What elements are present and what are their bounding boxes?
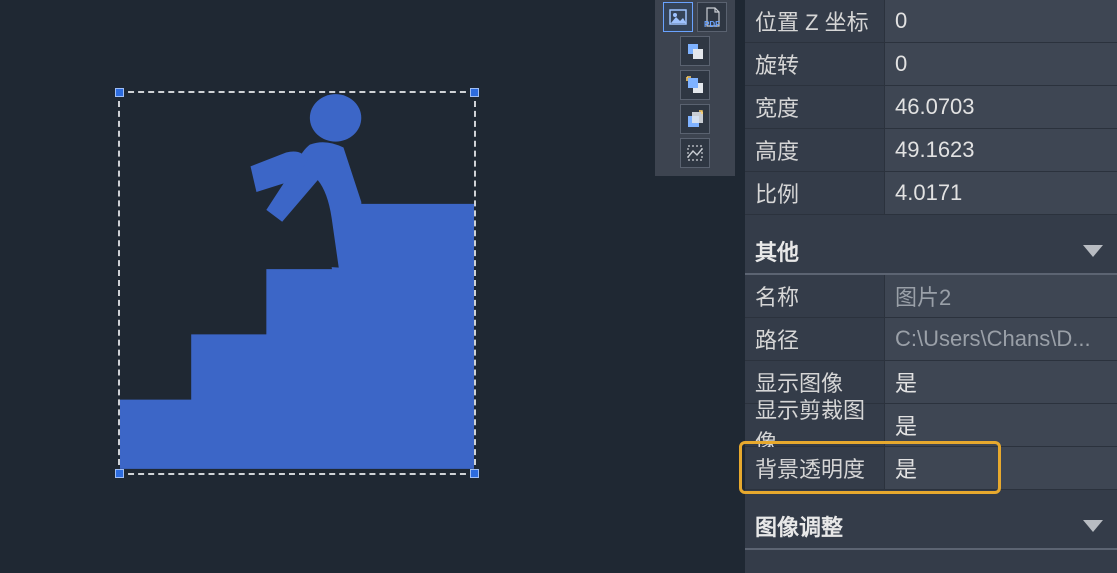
stairs-walk-icon	[120, 93, 474, 473]
insert-tool-palette: PDF	[655, 0, 735, 176]
pdf-badge-label: PDF	[704, 21, 720, 29]
property-label: 位置 Z 坐标	[745, 0, 885, 42]
property-label: 比例	[745, 172, 885, 214]
chevron-down-icon	[1083, 245, 1103, 257]
resize-handle-bottom-left[interactable]	[115, 469, 124, 478]
property-row: 位置 Z 坐标0	[745, 0, 1117, 43]
property-value[interactable]: 4.0171	[885, 172, 1117, 214]
property-value[interactable]: 46.0703	[885, 86, 1117, 128]
property-label: 旋转	[745, 43, 885, 85]
section-header-other-label: 其他	[755, 235, 799, 267]
selected-image-content	[120, 93, 474, 473]
property-label: 高度	[745, 129, 885, 171]
property-row: 路径C:\Users\Chans\D...	[745, 318, 1117, 361]
clip-boundary-button[interactable]	[680, 138, 710, 168]
property-label: 显示剪裁图像	[745, 404, 885, 446]
property-label: 宽度	[745, 86, 885, 128]
resize-handle-top-right[interactable]	[470, 88, 479, 97]
property-value[interactable]: 49.1623	[885, 129, 1117, 171]
property-row: 高度49.1623	[745, 129, 1117, 172]
send-backward-button[interactable]	[680, 70, 710, 100]
property-label: 路径	[745, 318, 885, 360]
properties-panel: 位置 Z 坐标0旋转0宽度46.0703高度49.1623比例4.0171 其他…	[745, 0, 1117, 573]
property-value[interactable]: C:\Users\Chans\D...	[885, 318, 1117, 360]
resize-handle-bottom-right[interactable]	[470, 469, 479, 478]
send-backward-icon	[685, 75, 705, 95]
order-swap-button[interactable]	[680, 104, 710, 134]
property-row: 显示剪裁图像是	[745, 404, 1117, 447]
property-label: 背景透明度	[745, 447, 885, 489]
property-value[interactable]: 图片2	[885, 275, 1117, 317]
bring-forward-icon	[685, 41, 705, 61]
property-row: 比例4.0171	[745, 172, 1117, 215]
property-row: 背景透明度是	[745, 447, 1117, 490]
attach-pdf-button[interactable]: PDF	[697, 2, 727, 32]
bring-forward-button[interactable]	[680, 36, 710, 66]
property-value[interactable]: 是	[885, 447, 1117, 489]
property-row: 名称图片2	[745, 275, 1117, 318]
section-header-image-adjust[interactable]: 图像调整	[745, 504, 1117, 550]
clip-boundary-icon	[685, 143, 705, 163]
property-value[interactable]: 是	[885, 404, 1117, 446]
property-value[interactable]: 0	[885, 43, 1117, 85]
selected-image-bounds[interactable]	[118, 91, 476, 475]
section-header-image-adjust-label: 图像调整	[755, 510, 843, 542]
image-icon	[668, 7, 688, 27]
property-row: 宽度46.0703	[745, 86, 1117, 129]
property-value[interactable]: 是	[885, 361, 1117, 403]
drawing-canvas[interactable]	[0, 0, 650, 573]
section-header-other[interactable]: 其他	[745, 229, 1117, 275]
property-row: 旋转0	[745, 43, 1117, 86]
swap-order-icon	[685, 109, 705, 129]
resize-handle-top-left[interactable]	[115, 88, 124, 97]
chevron-down-icon	[1083, 520, 1103, 532]
property-label: 名称	[745, 275, 885, 317]
attach-image-button[interactable]	[663, 2, 693, 32]
property-value[interactable]: 0	[885, 0, 1117, 42]
